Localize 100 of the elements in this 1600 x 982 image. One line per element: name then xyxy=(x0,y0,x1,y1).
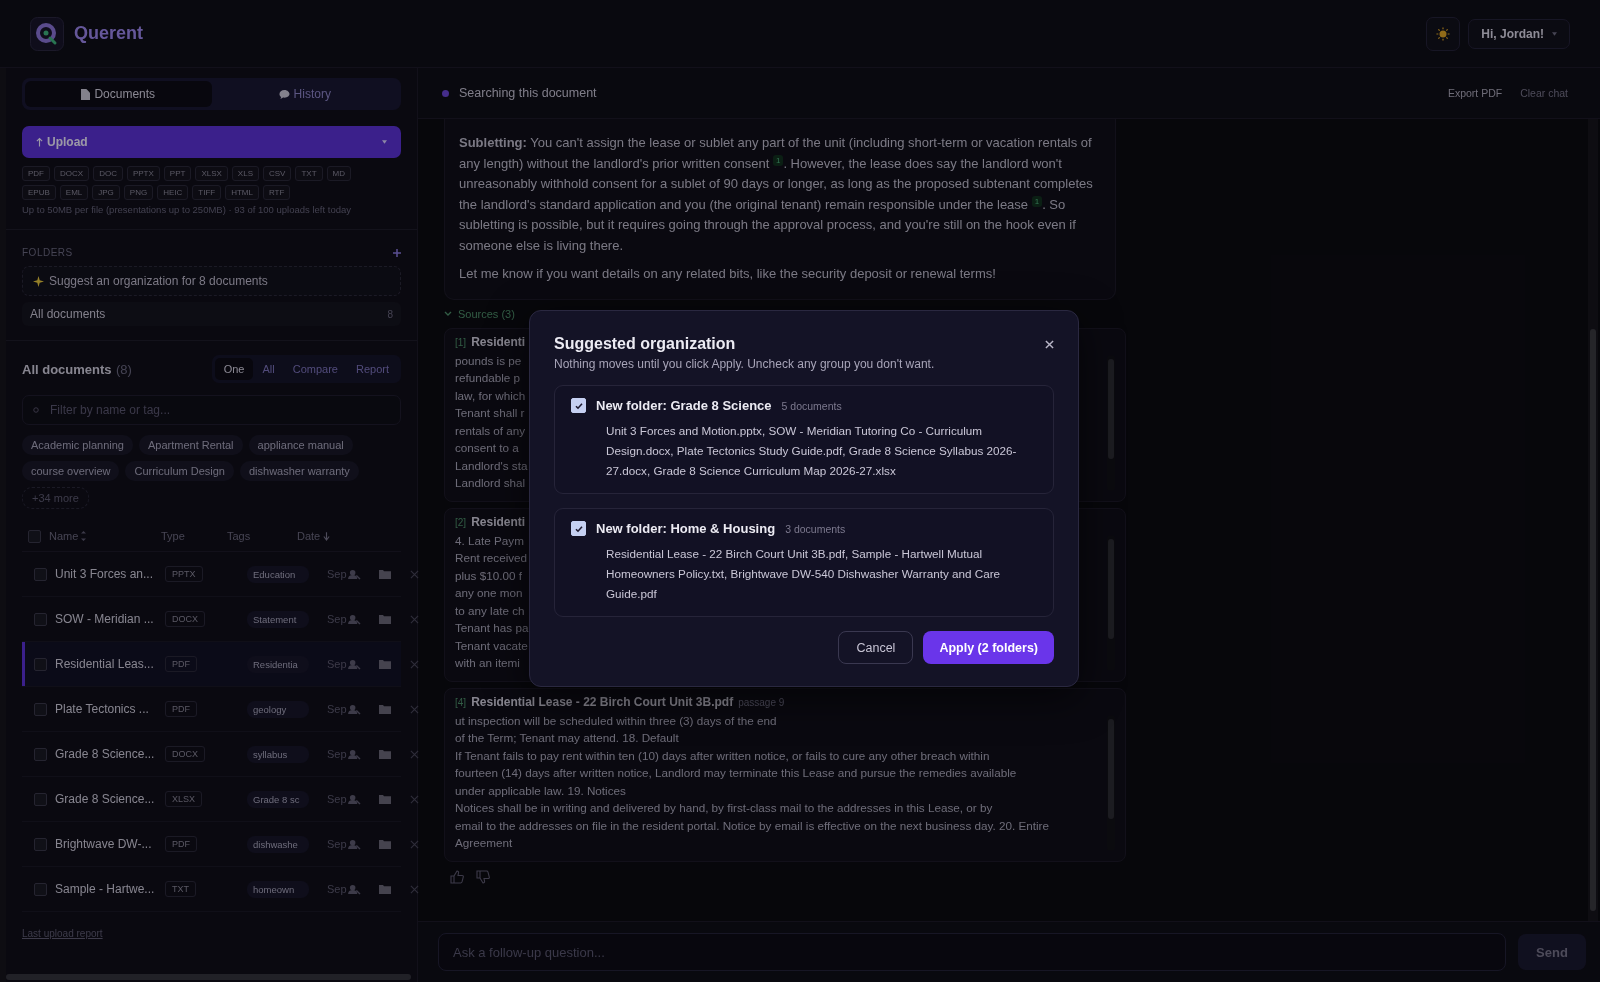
file-type-label: PDF xyxy=(165,836,197,852)
thumbs-up-icon[interactable] xyxy=(450,869,464,884)
passage-line: consent to a xyxy=(455,440,519,456)
folder-icon[interactable] xyxy=(379,839,391,849)
row-checkbox[interactable] xyxy=(34,792,47,806)
mode-option[interactable]: One xyxy=(214,358,254,380)
source-title: Residenti xyxy=(471,514,526,529)
search-icon xyxy=(33,407,39,413)
mode-option[interactable]: Compare xyxy=(283,358,347,380)
passage-line: refundable p xyxy=(455,370,520,386)
passage-line: Tenant shall r xyxy=(455,405,525,421)
chat-action-button[interactable]: Export PDF xyxy=(1447,87,1503,99)
folder-icon[interactable] xyxy=(379,614,391,624)
passage-line: pounds is pe xyxy=(455,352,522,369)
scrollbar[interactable] xyxy=(1588,119,1598,921)
folder-icon[interactable] xyxy=(379,704,391,714)
document-name: Brightwave DW-... xyxy=(55,837,153,851)
passage-line: Landlord shal xyxy=(455,475,526,491)
person-search-icon[interactable] xyxy=(348,658,361,670)
mode-option[interactable]: Report xyxy=(346,358,398,380)
tag-chip[interactable]: course overview xyxy=(22,461,120,481)
passage-line: ut inspection will be scheduled within three (3) days of the end xyxy=(455,712,777,729)
suggest-organization-button[interactable]: Suggest an organization for 8 documents xyxy=(22,266,401,296)
column-header[interactable]: Tags xyxy=(227,530,251,542)
group-checkbox[interactable] xyxy=(571,521,586,536)
answer-paragraph: Let me know if you want details on any related bits, like the security deposit or renewal terms! xyxy=(459,265,997,283)
tag-chip[interactable]: Curriculum Design xyxy=(125,461,234,481)
file-format-tag: PPT xyxy=(163,166,192,181)
remove-icon[interactable] xyxy=(410,884,419,894)
tag-chip[interactable]: Apartment Rental xyxy=(138,435,243,455)
question-input[interactable]: Ask a follow-up question... xyxy=(438,933,1506,971)
passage-line: any one mon xyxy=(455,585,523,601)
folder-name: All documents xyxy=(30,307,106,321)
upload-button[interactable]: Upload xyxy=(22,126,401,158)
status-dot xyxy=(442,89,449,97)
cancel-button[interactable]: Cancel xyxy=(838,631,914,664)
filter-field[interactable]: Filter by name or tag... xyxy=(22,395,401,425)
select-all-checkbox[interactable] xyxy=(28,529,41,543)
chevron-icon xyxy=(444,310,452,317)
column-header[interactable]: Name xyxy=(49,530,79,542)
row-checkbox[interactable] xyxy=(34,702,47,716)
person-search-icon[interactable] xyxy=(348,838,361,850)
horizontal-scrollbar[interactable] xyxy=(6,974,411,980)
column-header[interactable]: Date xyxy=(297,530,321,542)
row-checkbox[interactable] xyxy=(34,882,47,896)
person-search-icon[interactable] xyxy=(348,568,361,580)
answer-paragraph: Subletting: You can't assign the lease or sublet any part of the unit (including short-term or vacation rentals of any length) without the landlord's prior written consent 1 . However, the lease does say the landlord won't unreasonably withhold consent for a sublet of 90 days or longer, as long as the proposed subtenant completes the landlord's standard application and you (the original tenant) remain responsible under the lease 1 . So subletting is possible, but it requires going through the approval process, and you're still on the hook even if someone else is living there. xyxy=(459,134,1094,255)
person-search-icon[interactable] xyxy=(348,748,361,760)
folder-icon[interactable] xyxy=(379,794,391,804)
folder-icon[interactable] xyxy=(379,659,391,669)
citation-link[interactable]: 1 xyxy=(1031,195,1043,207)
file-format-tag: HEIC xyxy=(157,185,189,200)
passage-line: 4. Late Paym xyxy=(455,532,524,549)
document-tag: Education xyxy=(247,565,309,583)
remove-icon[interactable] xyxy=(410,839,419,849)
remove-icon[interactable] xyxy=(410,794,419,804)
passage-line: with an itemi xyxy=(455,655,520,671)
row-checkbox[interactable] xyxy=(34,657,47,671)
document-name: Residential Leas... xyxy=(55,657,155,671)
remove-icon[interactable] xyxy=(410,659,419,669)
folder-icon[interactable] xyxy=(379,749,391,759)
tag-chip[interactable]: appliance manual xyxy=(248,435,353,455)
sort-down-icon[interactable] xyxy=(323,531,331,541)
remove-icon[interactable] xyxy=(410,704,419,714)
sources-toggle[interactable]: Sources (3) xyxy=(444,305,515,322)
remove-icon[interactable] xyxy=(410,749,419,759)
folder-icon[interactable] xyxy=(379,569,391,579)
person-search-icon[interactable] xyxy=(348,613,361,625)
file-format-tag: XLSX xyxy=(195,166,228,181)
person-search-icon[interactable] xyxy=(348,883,361,895)
thumbs-down-icon[interactable] xyxy=(476,869,490,884)
close-icon[interactable] xyxy=(1045,339,1054,349)
remove-icon[interactable] xyxy=(410,569,419,579)
caret-icon xyxy=(1552,31,1557,36)
mode-option[interactable]: All xyxy=(253,358,284,380)
tag-chip[interactable]: Academic planning xyxy=(22,435,133,455)
sun-icon xyxy=(1436,26,1451,41)
documents-heading: All documents xyxy=(22,362,112,377)
person-search-icon[interactable] xyxy=(348,703,361,715)
column-header[interactable]: Type xyxy=(161,530,185,542)
person-search-icon[interactable] xyxy=(348,793,361,805)
group-checkbox[interactable] xyxy=(571,398,586,413)
citation-link[interactable]: 1 xyxy=(772,154,784,166)
user-menu-button[interactable]: Hi, Jordan! xyxy=(1468,18,1570,49)
row-checkbox[interactable] xyxy=(34,567,47,581)
row-checkbox[interactable] xyxy=(34,612,47,626)
sidebar-tab[interactable]: History xyxy=(211,81,398,107)
folder-icon[interactable] xyxy=(379,884,391,894)
row-checkbox[interactable] xyxy=(34,837,47,851)
sort-icon[interactable] xyxy=(81,531,87,541)
apply-button[interactable]: Apply (2 folders) xyxy=(923,631,1054,664)
theme-toggle-button[interactable] xyxy=(1426,16,1461,51)
sidebar-tab[interactable]: Documents xyxy=(25,81,212,107)
document-icon xyxy=(81,88,91,100)
folder-item[interactable]: All documents 8 xyxy=(22,302,401,326)
logo-icon xyxy=(30,16,64,51)
row-checkbox[interactable] xyxy=(34,747,47,761)
remove-icon[interactable] xyxy=(410,614,419,624)
tag-chip[interactable]: dishwasher warranty xyxy=(239,461,359,481)
source-index: [1] xyxy=(455,336,467,348)
